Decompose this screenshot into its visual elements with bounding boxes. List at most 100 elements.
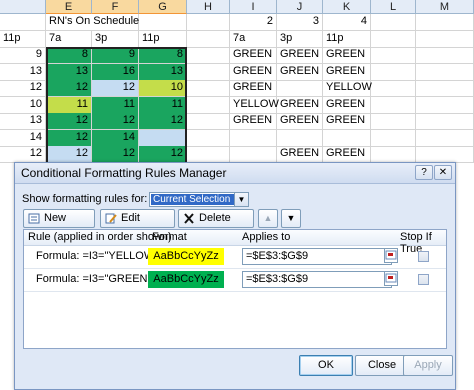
- new-rule-button[interactable]: New Rule...: [23, 209, 95, 241]
- cell[interactable]: [323, 129, 371, 147]
- cell[interactable]: 7a: [46, 30, 92, 48]
- cell[interactable]: [416, 30, 474, 48]
- cell[interactable]: 9: [92, 47, 139, 64]
- cell[interactable]: 3p: [277, 30, 323, 48]
- cell[interactable]: 13: [0, 113, 46, 130]
- cell[interactable]: GREEN: [230, 80, 277, 97]
- cell[interactable]: [277, 80, 323, 97]
- cell[interactable]: [371, 47, 416, 64]
- range-select-icon[interactable]: [384, 248, 398, 263]
- cell[interactable]: [371, 113, 416, 130]
- rule-row[interactable]: Formula: =I3="YELLOW" AaBbCcYyZz =$E$3:$…: [24, 246, 446, 269]
- cell[interactable]: 12: [139, 146, 187, 163]
- applies-to-field[interactable]: =$E$3:$G$9: [242, 271, 392, 288]
- cell[interactable]: 16: [92, 63, 139, 81]
- cell[interactable]: 7a: [230, 30, 277, 48]
- move-up-button[interactable]: ▲: [258, 209, 278, 228]
- cell[interactable]: [371, 80, 416, 97]
- column-header-f[interactable]: F: [92, 0, 139, 14]
- rule-row[interactable]: Formula: =I3="GREEN" AaBbCcYyZz =$E$3:$G…: [24, 269, 446, 292]
- cell[interactable]: 12: [46, 80, 92, 97]
- cell[interactable]: GREEN: [277, 47, 323, 64]
- cell[interactable]: GREEN: [323, 113, 371, 130]
- cell[interactable]: 11: [92, 96, 139, 114]
- cell[interactable]: [187, 30, 230, 48]
- range-select-icon[interactable]: [384, 271, 398, 286]
- cell[interactable]: [187, 63, 230, 81]
- cell[interactable]: 12: [92, 146, 139, 163]
- cell[interactable]: 14: [92, 129, 139, 147]
- cell[interactable]: 10: [0, 96, 46, 114]
- cell[interactable]: [187, 129, 230, 147]
- stop-if-true-checkbox[interactable]: [418, 274, 429, 285]
- cell[interactable]: [230, 129, 277, 147]
- cell[interactable]: [0, 14, 46, 31]
- cell[interactable]: GREEN: [277, 96, 323, 114]
- applies-to-field[interactable]: =$E$3:$G$9: [242, 248, 392, 265]
- cell[interactable]: [187, 113, 230, 130]
- cell[interactable]: 11: [46, 96, 92, 114]
- chevron-down-icon[interactable]: ▼: [234, 193, 248, 206]
- apply-button[interactable]: Apply: [403, 355, 453, 376]
- cell[interactable]: [187, 14, 230, 31]
- cell[interactable]: [416, 80, 474, 97]
- cell[interactable]: 11p: [323, 30, 371, 48]
- cell[interactable]: GREEN: [323, 47, 371, 64]
- cell[interactable]: [187, 146, 230, 163]
- cell[interactable]: [371, 63, 416, 81]
- cell[interactable]: 11: [139, 96, 187, 114]
- column-header-m[interactable]: M: [416, 0, 474, 14]
- cell[interactable]: [371, 30, 416, 48]
- cell[interactable]: [416, 63, 474, 81]
- cell[interactable]: [187, 96, 230, 114]
- cell[interactable]: 11p: [139, 30, 187, 48]
- cell[interactable]: [139, 129, 187, 147]
- cell[interactable]: 14: [0, 129, 46, 147]
- cell[interactable]: 12: [92, 113, 139, 130]
- cell[interactable]: [416, 14, 474, 31]
- column-header-g[interactable]: G: [139, 0, 187, 14]
- cell[interactable]: [187, 80, 230, 97]
- show-rules-dropdown[interactable]: Current Selection ▼: [149, 192, 249, 207]
- cell[interactable]: 12: [92, 80, 139, 97]
- help-button[interactable]: ?: [415, 165, 433, 180]
- close-icon[interactable]: ✕: [434, 165, 452, 180]
- cell[interactable]: YELLOW: [230, 96, 279, 114]
- cell[interactable]: 13: [139, 63, 187, 81]
- cell[interactable]: [230, 146, 277, 163]
- cell[interactable]: GREEN: [230, 63, 277, 81]
- cell[interactable]: 3: [277, 14, 323, 31]
- stop-if-true-checkbox[interactable]: [418, 251, 429, 262]
- cell[interactable]: 8: [46, 47, 92, 64]
- cell[interactable]: 2: [230, 14, 277, 31]
- cell[interactable]: 12: [0, 146, 46, 163]
- cell[interactable]: [416, 129, 474, 147]
- column-header-l[interactable]: L: [371, 0, 416, 14]
- edit-rule-button[interactable]: Edit Rule...: [100, 209, 175, 241]
- cell[interactable]: YELLOW: [323, 80, 372, 97]
- cell[interactable]: [371, 96, 416, 114]
- cell[interactable]: 13: [0, 63, 46, 81]
- column-header[interactable]: [0, 0, 46, 14]
- cell[interactable]: 12: [139, 113, 187, 130]
- cell[interactable]: GREEN: [277, 146, 323, 163]
- cell[interactable]: 12: [46, 113, 92, 130]
- column-header-k[interactable]: K: [323, 0, 371, 14]
- cell[interactable]: 8: [139, 47, 187, 64]
- column-header-j[interactable]: J: [277, 0, 323, 14]
- dialog-titlebar[interactable]: Conditional Formatting Rules Manager ? ✕: [15, 163, 455, 184]
- cell[interactable]: 12: [46, 146, 92, 163]
- cell[interactable]: [416, 146, 474, 163]
- cell[interactable]: 3p: [92, 30, 139, 48]
- cell[interactable]: GREEN: [277, 63, 323, 81]
- close-button[interactable]: Close: [355, 355, 409, 376]
- ok-button[interactable]: OK: [299, 355, 353, 376]
- cell[interactable]: GREEN: [323, 96, 371, 114]
- cell[interactable]: [371, 14, 416, 31]
- cell[interactable]: RN's On Schedule: [46, 14, 139, 31]
- cell[interactable]: 13: [46, 63, 92, 81]
- cell[interactable]: [187, 47, 230, 64]
- cell[interactable]: [371, 146, 416, 163]
- cell[interactable]: GREEN: [277, 113, 323, 130]
- cell[interactable]: 10: [139, 80, 187, 97]
